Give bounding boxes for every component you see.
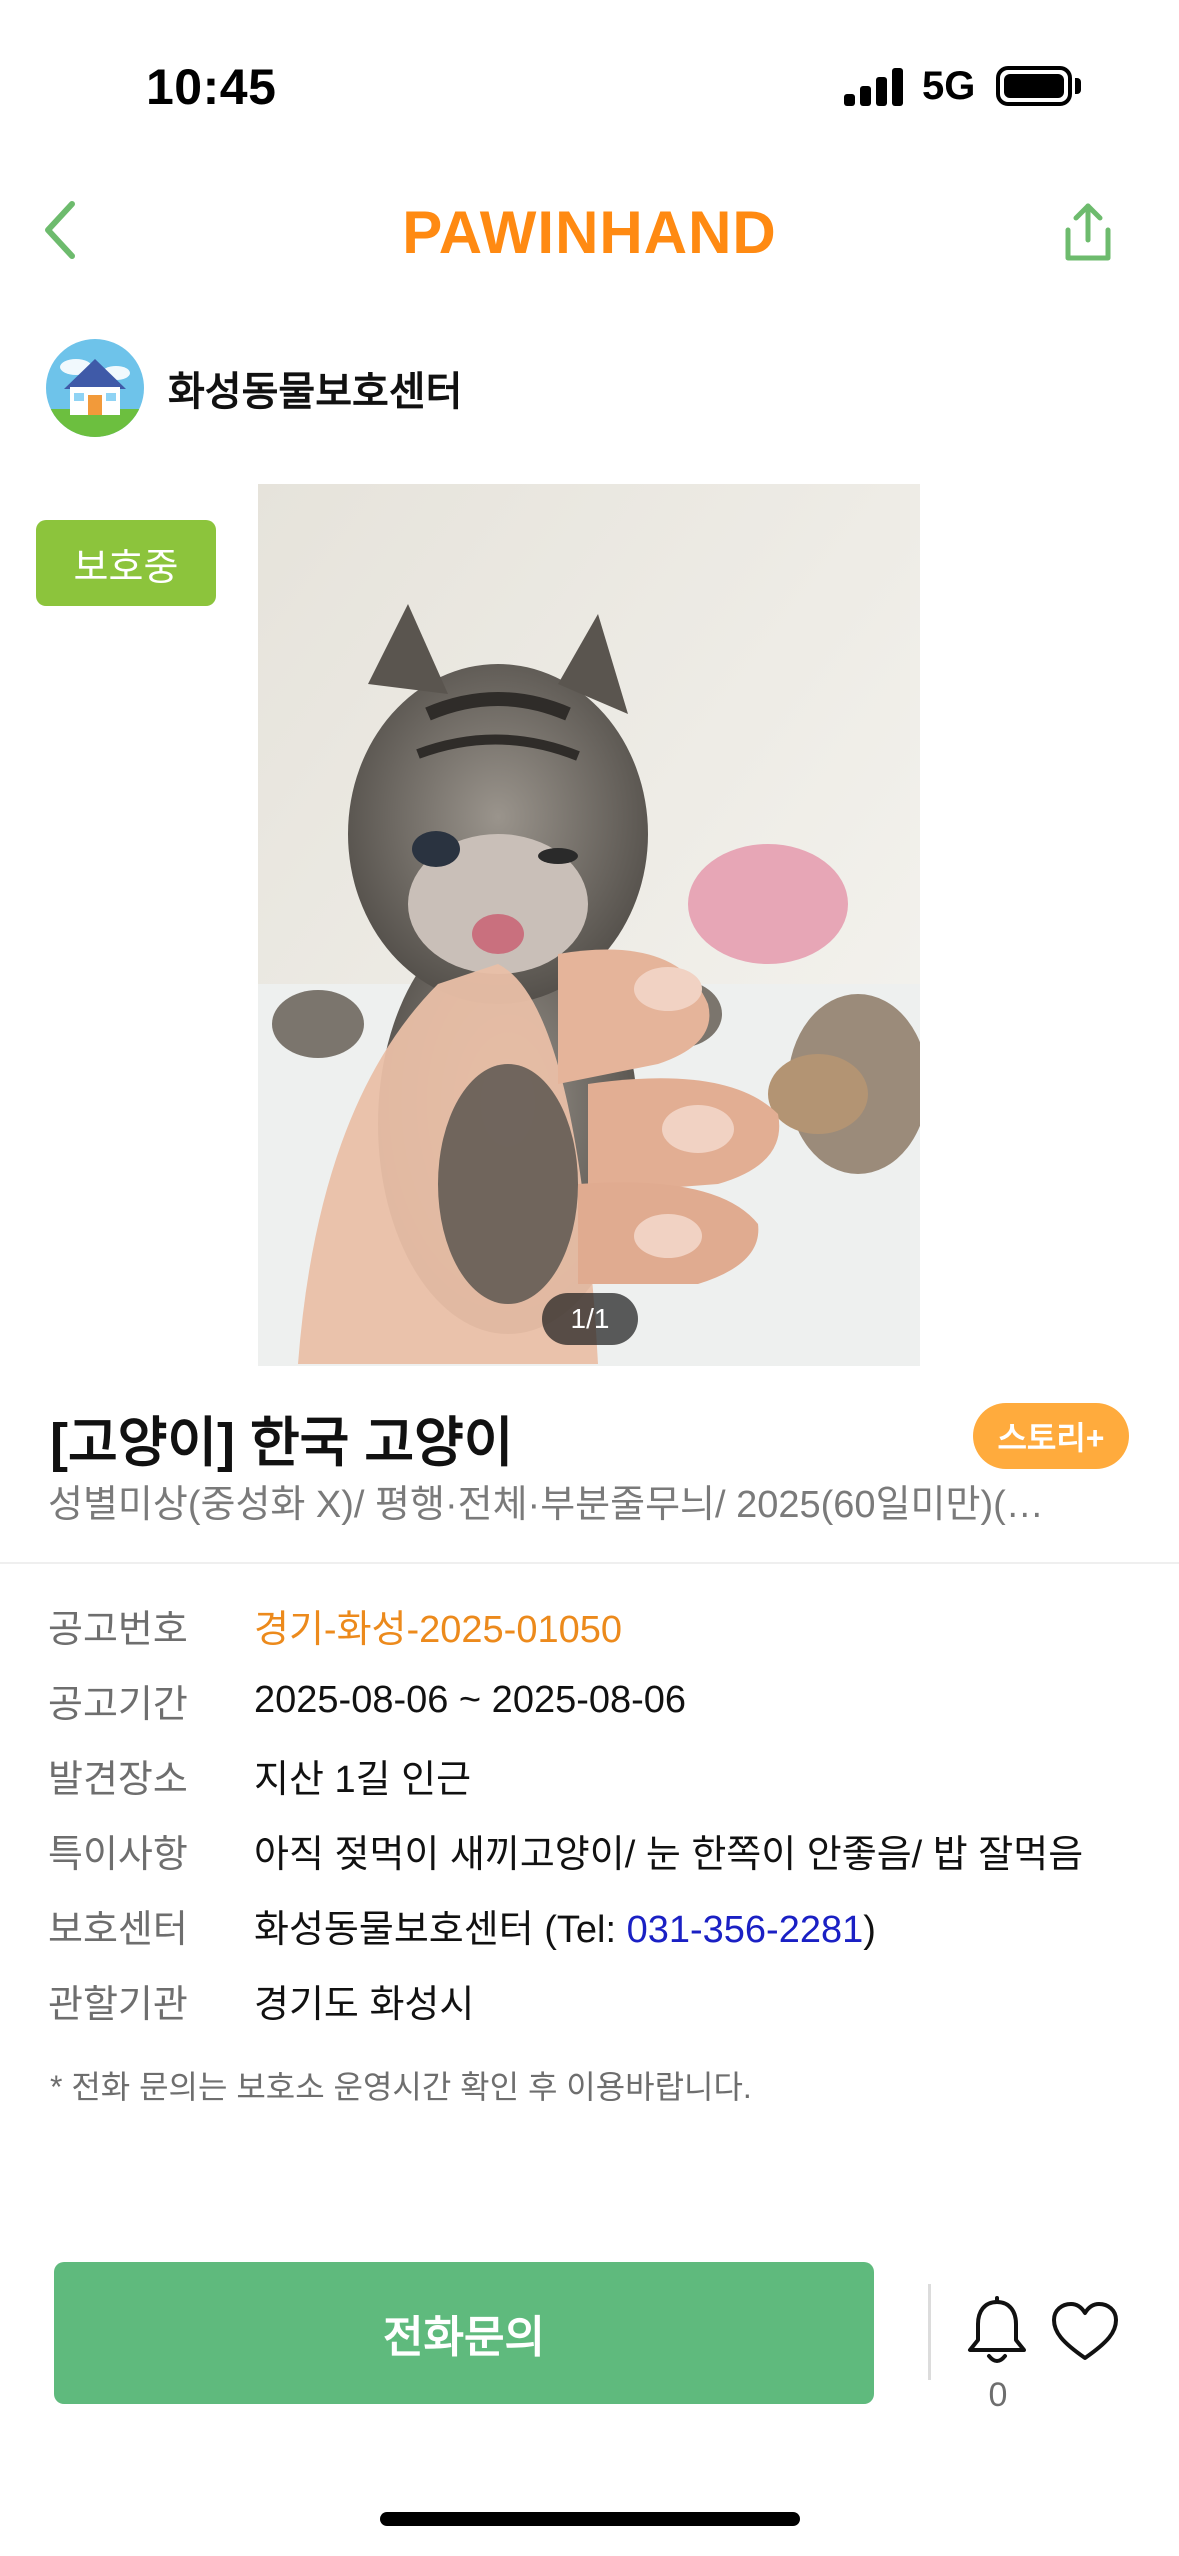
divider: [0, 1562, 1179, 1564]
info-table: 공고번호 경기-화성-2025-01050 공고기간 2025-08-06 ~ …: [48, 1588, 1148, 2038]
bell-button[interactable]: [964, 2296, 1030, 2368]
special-notes: 아직 젖먹이 새끼고양이/ 눈 한쪽이 안좋음/ 밥 잘먹음: [254, 1834, 1084, 1876]
info-label: 공고번호: [48, 1609, 188, 1651]
status-bar: 10:45 5G: [0, 0, 1179, 150]
favorite-button[interactable]: [1050, 2300, 1120, 2364]
app-header: PAWINHAND: [0, 180, 1179, 280]
shelter-contact-prefix: 화성동물보호센터 (Tel:: [254, 1909, 627, 1951]
status-badge: 보호중: [36, 520, 216, 606]
vertical-divider: [928, 2284, 931, 2380]
phone-link[interactable]: 031-356-2281: [627, 1909, 864, 1951]
animal-title: [고양이] 한국 고양이: [50, 1413, 514, 1473]
bell-icon: [968, 2296, 1026, 2363]
info-row-period: 공고기간 2025-08-06 ~ 2025-08-06: [48, 1663, 1148, 1738]
house-icon: [46, 339, 144, 437]
info-label: 특이사항: [48, 1834, 188, 1876]
info-row-special: 특이사항 아직 젖먹이 새끼고양이/ 눈 한쪽이 안좋음/ 밥 잘먹음: [48, 1813, 1148, 1888]
brand-logo: PAWINHAND: [402, 199, 777, 266]
home-indicator: [380, 2512, 800, 2526]
status-time: 10:45: [146, 59, 277, 115]
shelter-contact: 화성동물보호센터 (Tel: 031-356-2281): [254, 1898, 876, 1953]
avatar: [46, 339, 144, 437]
network-label: 5G: [922, 64, 976, 108]
kitten-photo-illustration: [258, 484, 920, 1366]
story-button[interactable]: 스토리+: [973, 1403, 1129, 1469]
bell-count: 0: [988, 2376, 1008, 2414]
share-icon: [1065, 203, 1111, 261]
info-label: 공고기간: [48, 1684, 188, 1726]
shelter-contact-suffix: ): [863, 1909, 876, 1951]
share-button[interactable]: [1048, 192, 1128, 272]
battery-cap: [1075, 78, 1081, 94]
info-row-center: 보호센터 화성동물보호센터 (Tel: 031-356-2281): [48, 1888, 1148, 1963]
call-notice: * 전화 문의는 보호소 운영시간 확인 후 이용바랍니다.: [50, 2069, 752, 2105]
shelter-name: 화성동물보호센터: [168, 370, 463, 414]
info-label: 관할기관: [48, 1984, 188, 2026]
info-row-agency: 관할기관 경기도 화성시: [48, 1963, 1148, 2038]
signal-icon: [844, 66, 906, 106]
battery-icon: [996, 66, 1072, 106]
notice-number: 경기-화성-2025-01050: [254, 1609, 623, 1651]
info-label: 발견장소: [48, 1759, 188, 1801]
photo-page-indicator: 1/1: [542, 1293, 638, 1345]
info-row-found-place: 발견장소 지산 1길 인근: [48, 1738, 1148, 1813]
heart-icon: [1052, 2302, 1118, 2360]
info-label: 보호센터: [48, 1909, 188, 1951]
shelter-row[interactable]: 화성동물보호센터: [46, 338, 462, 438]
found-place: 지산 1길 인근: [254, 1759, 472, 1801]
agency: 경기도 화성시: [254, 1984, 475, 2026]
info-row-notice-no: 공고번호 경기-화성-2025-01050: [48, 1588, 1148, 1663]
notice-period: 2025-08-06 ~ 2025-08-06: [254, 1679, 687, 1721]
call-button[interactable]: 전화문의: [54, 2262, 874, 2404]
animal-photo[interactable]: [258, 484, 920, 1366]
animal-subtitle: 성별미상(중성화 X)/ 평행·전체·부분줄무늬/ 2025(60일미만)(…: [48, 1484, 1044, 1526]
